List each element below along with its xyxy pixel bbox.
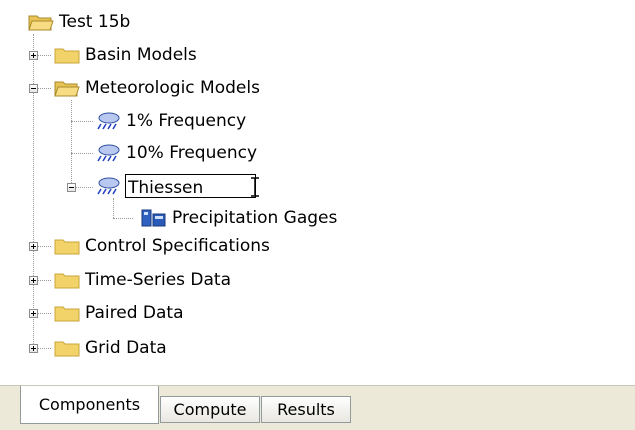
tree-node-meteorologic-models[interactable]: Meteorologic Models [54,75,260,101]
tree-node-label: Paired Data [85,303,184,323]
tree-node-label: Grid Data [85,338,167,358]
tree-root-project[interactable]: Test 15b [28,9,130,35]
expand-grid-data-button[interactable] [29,344,38,353]
collapse-meteorologic-models-button[interactable] [29,84,38,93]
rain-cloud-icon [95,111,121,131]
collapse-thiessen-button[interactable] [67,183,76,192]
rain-cloud-icon [95,176,121,196]
watershed-explorer: Test 15b Basin Models Meteorologic Model… [0,0,635,430]
tree-node-label: Test 15b [59,12,131,32]
explorer-tab-strip: Components Compute Results [0,385,635,430]
tree-node-label: Meteorologic Models [85,78,260,98]
tree-node-grid-data[interactable]: Grid Data [54,335,167,361]
tree-node-label: 10% Frequency [126,143,258,163]
tree-guide-line [71,100,72,187]
component-tree: Test 15b Basin Models Meteorologic Model… [0,0,635,386]
folder-icon [54,270,80,290]
rename-input[interactable]: Thiessen [125,174,259,198]
tree-guide-line [113,198,114,218]
tree-node-label: Precipitation Gages [172,208,338,228]
folder-icon [54,338,80,358]
open-folder-icon [28,12,54,32]
folder-icon [54,236,80,256]
tree-node-label: Control Specifications [85,236,270,256]
open-folder-icon [54,78,80,98]
tree-node-label: 1% Frequency [126,111,247,131]
tree-node-basin-models[interactable]: Basin Models [54,42,197,68]
tree-node-paired-data[interactable]: Paired Data [54,300,184,326]
tab-components[interactable]: Components [20,386,159,424]
expand-time-series-data-button[interactable] [29,276,38,285]
tree-node-thiessen[interactable]: Thiessen [95,173,259,199]
tree-node-precipitation-gages[interactable]: Precipitation Gages [141,205,337,231]
tree-node-label: Basin Models [85,45,197,65]
tree-guide-line [71,153,93,154]
expand-basin-models-button[interactable] [29,51,38,60]
tree-node-1pct-frequency[interactable]: 1% Frequency [95,108,246,134]
folder-icon [54,303,80,323]
tab-results[interactable]: Results [261,396,351,423]
tree-node-label: Time-Series Data [85,270,232,290]
rename-input-value: Thiessen [128,178,204,198]
tree-node-time-series-data[interactable]: Time-Series Data [54,267,231,293]
tree-guide-line [71,121,93,122]
expand-control-specifications-button[interactable] [29,242,38,251]
tab-compute[interactable]: Compute [160,396,260,423]
tree-guide-line [33,34,34,352]
expand-paired-data-button[interactable] [29,309,38,318]
rain-cloud-icon [95,143,121,163]
tree-node-10pct-frequency[interactable]: 10% Frequency [95,140,257,166]
i-beam-cursor-icon [251,177,259,197]
precipitation-gages-icon [141,208,167,228]
folder-icon [54,45,80,65]
tree-node-control-specifications[interactable]: Control Specifications [54,233,270,259]
tree-guide-line [113,218,133,219]
